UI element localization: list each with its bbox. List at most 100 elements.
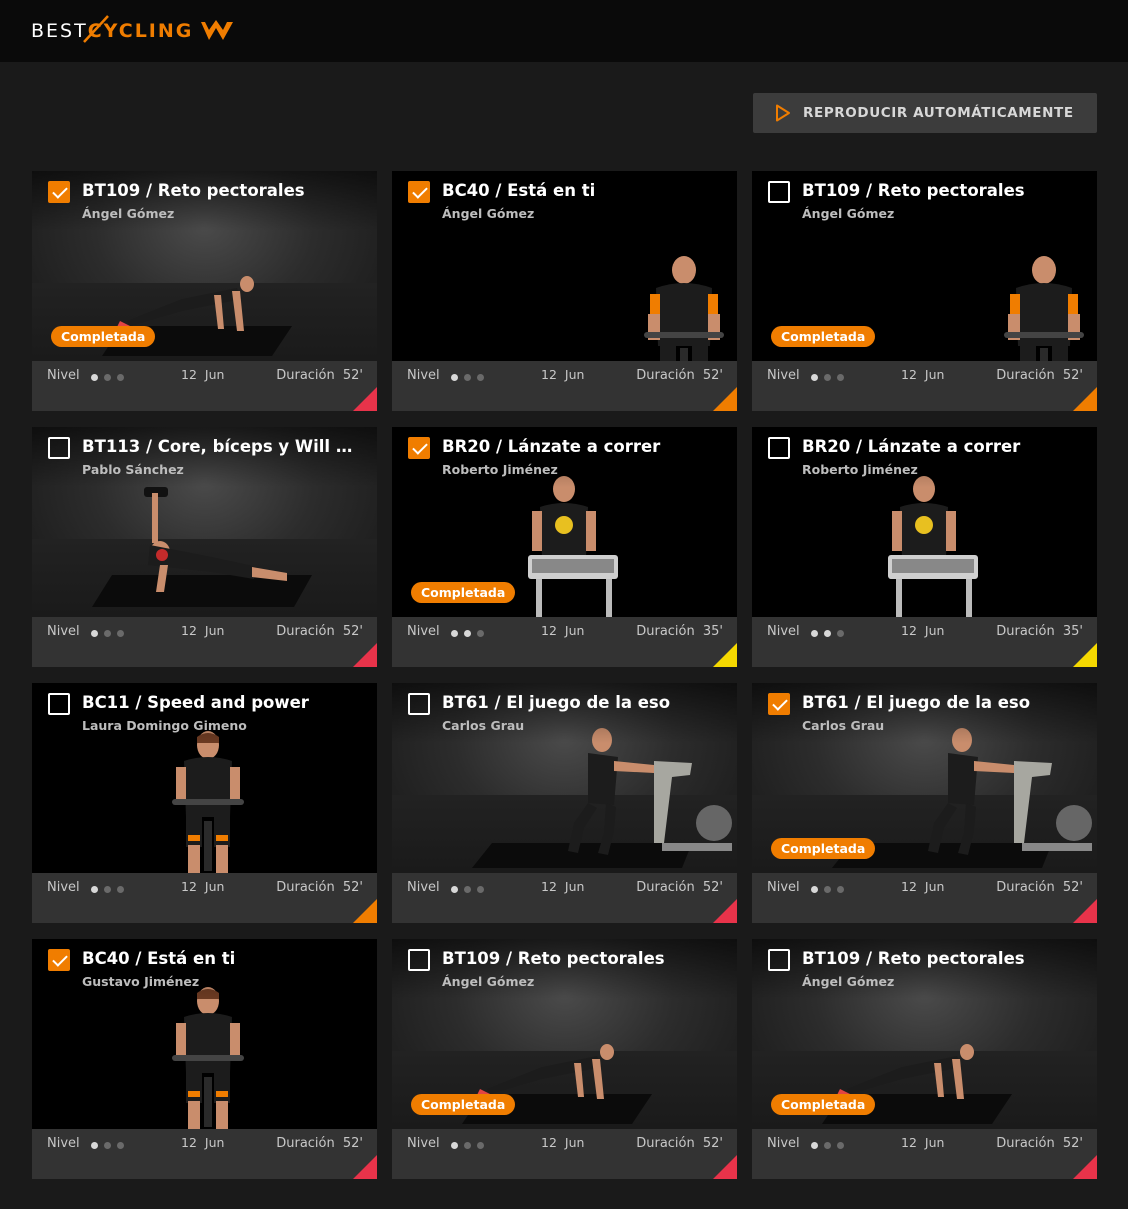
duration-value: 35' <box>1062 624 1083 639</box>
level-indicator <box>451 886 484 893</box>
class-info-bar: Nivel 12 Jun Duración 52' <box>32 361 377 411</box>
level-dot <box>464 886 471 893</box>
class-title: BC40 / Está en ti <box>82 949 236 968</box>
select-checkbox[interactable] <box>48 949 70 971</box>
class-info-bar: Nivel 12 Jun Duración 35' <box>752 617 1097 667</box>
class-title: BT109 / Reto pectorales <box>802 949 1025 968</box>
duration-text: Duración 52' <box>996 368 1083 383</box>
duration-value: 52' <box>1062 1136 1083 1151</box>
select-checkbox[interactable] <box>48 437 70 459</box>
select-checkbox[interactable] <box>408 693 430 715</box>
class-info-bar: Nivel 12 Jun Duración 52' <box>752 361 1097 411</box>
class-thumbnail[interactable]: BT113 / Core, bíceps y Will Sm... Pablo … <box>32 427 377 617</box>
select-checkbox[interactable] <box>408 949 430 971</box>
coach-name: Laura Domingo Gimeno <box>82 718 247 733</box>
class-thumbnail[interactable]: BR20 / Lánzate a correr Roberto Jiménez <box>752 427 1097 617</box>
class-thumbnail[interactable]: BT109 / Reto pectorales Ángel Gómez Comp… <box>752 939 1097 1129</box>
thumbnail-overlay <box>752 171 1097 231</box>
level-dot <box>451 1142 458 1149</box>
logo-mark-icon <box>201 20 234 40</box>
class-thumbnail[interactable]: BT109 / Reto pectorales Ángel Gómez Comp… <box>392 939 737 1129</box>
autoplay-button[interactable]: REPRODUCIR AUTOMÁTICAMENTE <box>753 93 1097 133</box>
class-card[interactable]: BC40 / Está en ti Ángel Gómez Nivel 12 J… <box>392 171 737 411</box>
level-label: Nivel <box>407 880 440 895</box>
level-dot <box>91 374 98 381</box>
class-card[interactable]: BR20 / Lánzate a correr Roberto Jiménez … <box>392 427 737 667</box>
level-dot <box>811 374 818 381</box>
difficulty-corner <box>1073 387 1097 411</box>
select-checkbox[interactable] <box>768 693 790 715</box>
level-dot <box>451 630 458 637</box>
class-title: BR20 / Lánzate a correr <box>802 437 1021 456</box>
bestcycling-logo[interactable]: BEST CYCLING <box>31 15 235 46</box>
difficulty-corner <box>1073 1155 1097 1179</box>
completed-badge: Completada <box>411 582 516 603</box>
difficulty-corner <box>713 643 737 667</box>
select-checkbox[interactable] <box>768 181 790 203</box>
duration-text: Duración 52' <box>996 1136 1083 1151</box>
level-label: Nivel <box>767 880 800 895</box>
class-card[interactable]: BR20 / Lánzate a correr Roberto Jiménez … <box>752 427 1097 667</box>
level-dot <box>117 630 124 637</box>
class-info-bar: Nivel 12 Jun Duración 52' <box>392 873 737 923</box>
level-label: Nivel <box>47 880 80 895</box>
class-card[interactable]: BT109 / Reto pectorales Ángel Gómez Comp… <box>392 939 737 1179</box>
level-dot <box>477 374 484 381</box>
logo-text-cycling: CYCLING <box>82 15 194 43</box>
level-indicator <box>811 374 844 381</box>
level-dot <box>104 1142 111 1149</box>
coach-name: Ángel Gómez <box>802 206 895 221</box>
thumbnail-overlay <box>32 683 377 743</box>
class-thumbnail[interactable]: BC11 / Speed and power Laura Domingo Gim… <box>32 683 377 873</box>
class-card[interactable]: BT61 / El juego de la eso Carlos Grau Ni… <box>392 683 737 923</box>
coach-name: Roberto Jiménez <box>442 462 558 477</box>
completed-badge: Completada <box>771 838 876 859</box>
level-dot <box>464 630 471 637</box>
class-title: BT113 / Core, bíceps y Will Sm... <box>82 437 364 456</box>
class-card[interactable]: BT109 / Reto pectorales Ángel Gómez Comp… <box>752 939 1097 1179</box>
select-checkbox[interactable] <box>768 437 790 459</box>
class-card[interactable]: BT113 / Core, bíceps y Will Sm... Pablo … <box>32 427 377 667</box>
class-date: 12 Jun <box>181 367 225 382</box>
class-card[interactable]: BT61 / El juego de la eso Carlos Grau Co… <box>752 683 1097 923</box>
class-thumbnail[interactable]: BR20 / Lánzate a correr Roberto Jiménez … <box>392 427 737 617</box>
class-title: BT61 / El juego de la eso <box>802 693 1031 712</box>
duration-text: Duración 52' <box>636 1136 723 1151</box>
play-icon <box>776 104 790 122</box>
class-title: BT109 / Reto pectorales <box>802 181 1025 200</box>
class-card[interactable]: BC11 / Speed and power Laura Domingo Gim… <box>32 683 377 923</box>
select-checkbox[interactable] <box>408 181 430 203</box>
class-thumbnail[interactable]: BC40 / Está en ti Gustavo Jiménez <box>32 939 377 1129</box>
class-thumbnail[interactable]: BC40 / Está en ti Ángel Gómez <box>392 171 737 361</box>
level-dot <box>451 886 458 893</box>
level-dot <box>811 630 818 637</box>
level-indicator <box>811 630 844 637</box>
select-checkbox[interactable] <box>48 181 70 203</box>
duration-label: Duración <box>276 624 335 639</box>
duration-label: Duración <box>276 880 335 895</box>
class-card[interactable]: BC40 / Está en ti Gustavo Jiménez Nivel … <box>32 939 377 1179</box>
coach-name: Ángel Gómez <box>82 206 175 221</box>
level-indicator <box>811 886 844 893</box>
level-dot <box>837 1142 844 1149</box>
class-card[interactable]: BT109 / Reto pectorales Ángel Gómez Comp… <box>752 171 1097 411</box>
class-thumbnail[interactable]: BT109 / Reto pectorales Ángel Gómez Comp… <box>752 171 1097 361</box>
class-thumbnail[interactable]: BT61 / El juego de la eso Carlos Grau <box>392 683 737 873</box>
duration-text: Duración 52' <box>276 880 363 895</box>
duration-label: Duración <box>996 624 1055 639</box>
select-checkbox[interactable] <box>768 949 790 971</box>
thumbnail-overlay <box>392 427 737 487</box>
class-info-bar: Nivel 12 Jun Duración 52' <box>32 1129 377 1179</box>
difficulty-corner <box>713 387 737 411</box>
duration-value: 52' <box>1062 368 1083 383</box>
select-checkbox[interactable] <box>408 437 430 459</box>
coach-name: Ángel Gómez <box>802 974 895 989</box>
class-card[interactable]: BT109 / Reto pectorales Ángel Gómez Comp… <box>32 171 377 411</box>
class-thumbnail[interactable]: BT61 / El juego de la eso Carlos Grau Co… <box>752 683 1097 873</box>
class-title: BT109 / Reto pectorales <box>82 181 305 200</box>
class-thumbnail[interactable]: BT109 / Reto pectorales Ángel Gómez Comp… <box>32 171 377 361</box>
coach-name: Carlos Grau <box>442 718 525 733</box>
select-checkbox[interactable] <box>48 693 70 715</box>
level-dot <box>104 886 111 893</box>
coach-name: Ángel Gómez <box>442 974 535 989</box>
